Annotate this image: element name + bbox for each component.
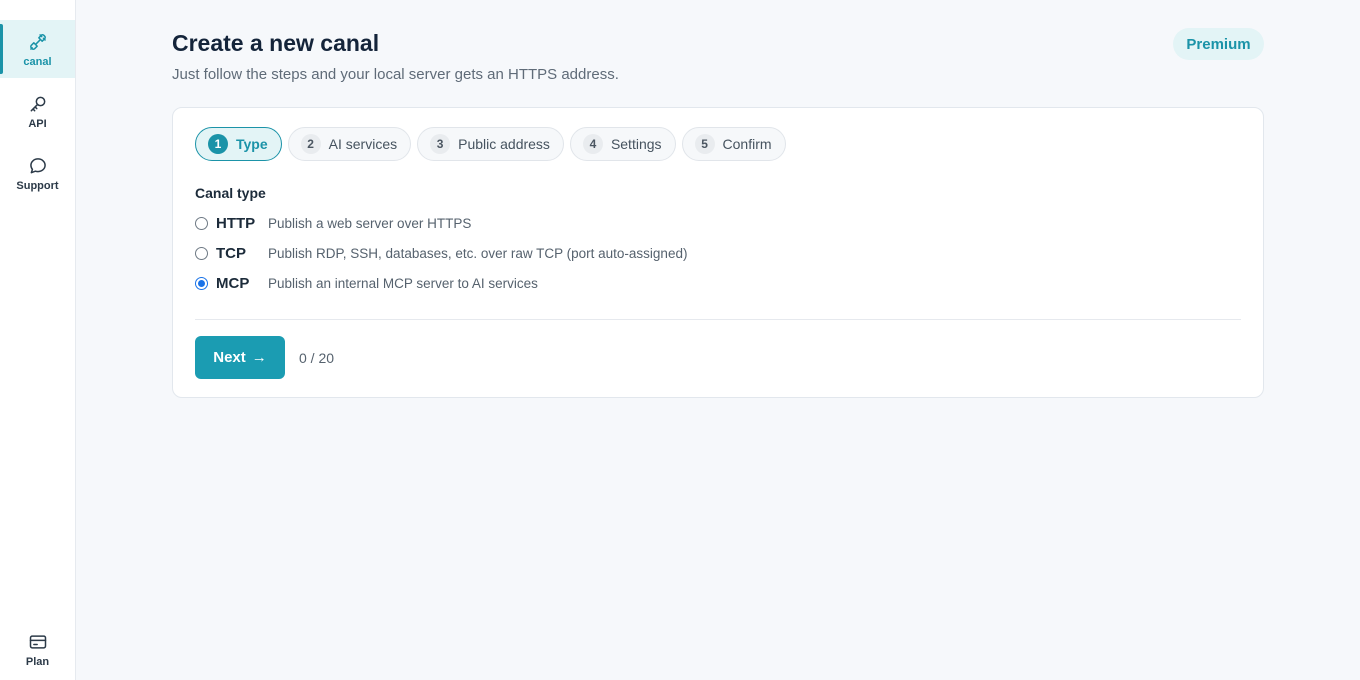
page-subtitle: Just follow the steps and your local ser…	[172, 66, 619, 83]
step-type[interactable]: 1 Type	[195, 127, 282, 161]
next-button-label: Next	[213, 349, 246, 366]
sidebar-item-api[interactable]: API	[0, 82, 75, 140]
option-description: Publish a web server over HTTPS	[268, 215, 472, 231]
wizard-card: 1 Type 2 AI services 3 Public address 4 …	[172, 107, 1264, 398]
step-label: AI services	[328, 136, 398, 152]
canal-counter: 0 / 20	[299, 350, 335, 366]
option-name: TCP	[216, 244, 246, 262]
step-settings[interactable]: 4 Settings	[569, 127, 676, 161]
link-icon	[27, 31, 49, 53]
step-label: Public address	[458, 136, 550, 152]
sidebar-item-label: canal	[23, 55, 52, 68]
credit-card-icon	[27, 631, 49, 653]
step-number: 3	[430, 134, 451, 154]
step-number: 4	[582, 134, 603, 154]
sidebar: canal API Support Plan	[0, 0, 76, 680]
sidebar-item-label: API	[28, 117, 47, 130]
canal-type-option-mcp[interactable]: MCP Publish an internal MCP server to AI…	[195, 273, 538, 293]
sidebar-item-support[interactable]: Support	[0, 144, 75, 202]
canal-type-option-tcp[interactable]: TCP Publish RDP, SSH, databases, etc. ov…	[195, 243, 687, 263]
option-name: MCP	[216, 274, 250, 292]
divider	[195, 319, 1241, 320]
sidebar-item-label: Support	[16, 179, 59, 192]
sidebar-item-plan[interactable]: Plan	[0, 620, 75, 678]
radio-http[interactable]	[195, 216, 208, 230]
chat-bubble-icon	[27, 155, 49, 177]
step-label: Settings	[610, 136, 662, 152]
step-number: 2	[300, 134, 321, 154]
sidebar-item-canal[interactable]: canal	[0, 20, 75, 78]
next-button[interactable]: Next →	[195, 336, 285, 379]
sidebar-item-label: Plan	[25, 655, 50, 668]
page-title: Create a new canal	[172, 30, 380, 56]
radio-tcp[interactable]	[195, 246, 208, 260]
stepper: 1 Type 2 AI services 3 Public address 4 …	[195, 127, 786, 161]
step-public-address[interactable]: 3 Public address	[417, 127, 564, 161]
step-ai-services[interactable]: 2 AI services	[287, 127, 412, 161]
radio-mcp[interactable]	[195, 276, 208, 290]
option-description: Publish an internal MCP server to AI ser…	[268, 275, 538, 291]
step-label: Type	[236, 136, 268, 152]
canal-type-label: Canal type	[195, 185, 266, 201]
option-description: Publish RDP, SSH, databases, etc. over r…	[268, 245, 688, 261]
canal-type-option-http[interactable]: HTTP Publish a web server over HTTPS	[195, 213, 471, 233]
step-number: 1	[208, 134, 228, 154]
step-label: Confirm	[722, 136, 772, 152]
arrow-right-icon: →	[251, 349, 267, 366]
option-name: HTTP	[216, 214, 256, 232]
step-number: 5	[694, 134, 715, 154]
premium-badge: Premium	[1173, 28, 1264, 60]
step-confirm[interactable]: 5 Confirm	[681, 127, 786, 161]
key-icon	[27, 93, 49, 115]
